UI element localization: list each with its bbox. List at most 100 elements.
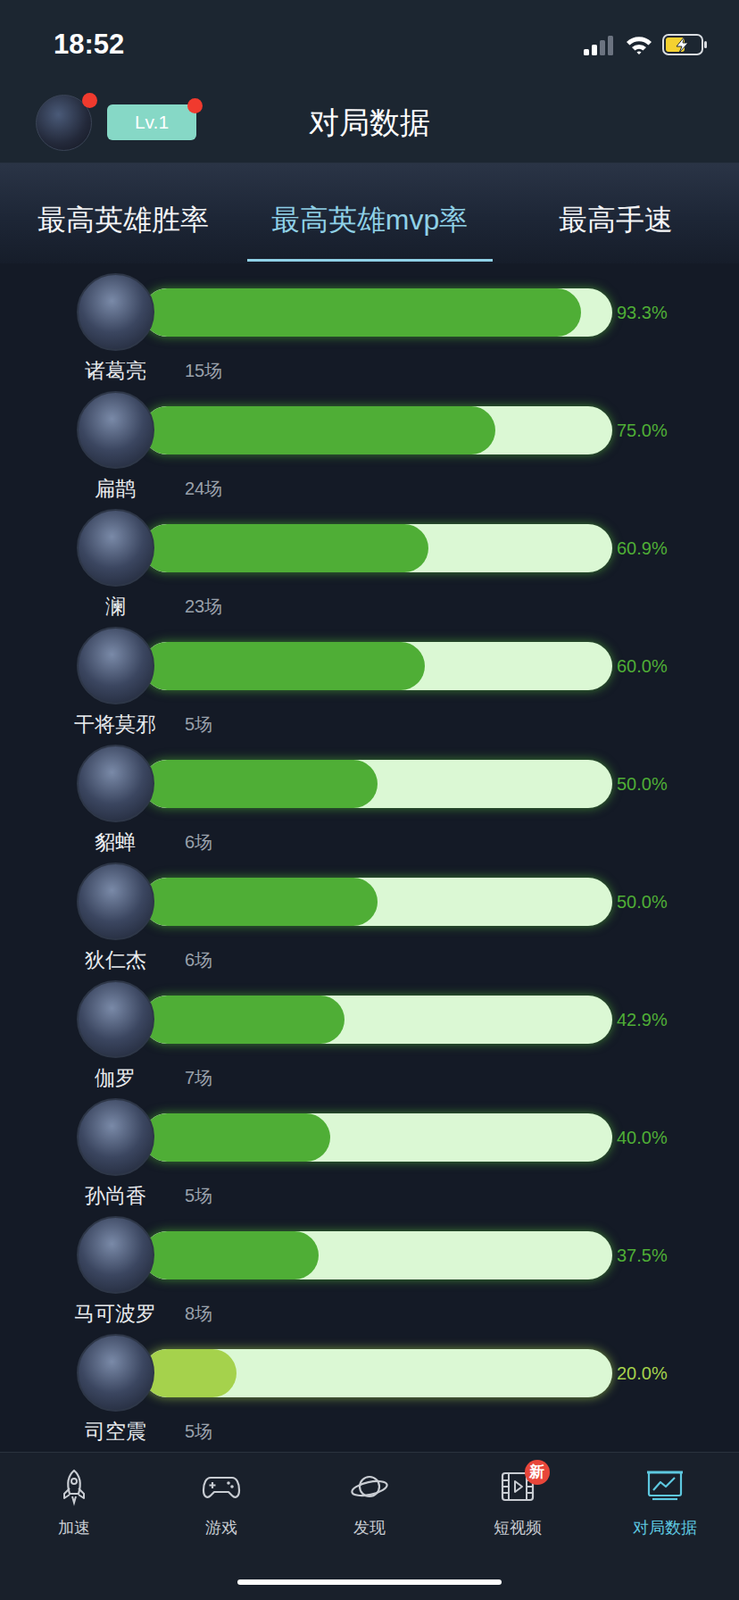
nav-item[interactable]: 加速 bbox=[0, 1466, 149, 1538]
game-count: 5场 bbox=[184, 1183, 213, 1207]
rate-text: 42.9% bbox=[616, 1007, 668, 1031]
game-count: 7场 bbox=[184, 1065, 213, 1089]
hero-name: 狄仁杰 bbox=[65, 946, 166, 972]
hero-row[interactable]: 60.0% 干将莫邪 5场 bbox=[0, 626, 739, 745]
rate-track bbox=[142, 523, 613, 573]
hero-info: 伽罗 7场 bbox=[0, 1064, 739, 1090]
hero-bar-row: 37.5% bbox=[0, 1215, 739, 1294]
level-badge[interactable]: Lv.1 bbox=[107, 104, 197, 141]
tab-label: 最高英雄胜率 bbox=[37, 201, 209, 238]
tab[interactable]: 最高手速 bbox=[492, 163, 739, 264]
hero-info: 干将莫邪 5场 bbox=[0, 711, 739, 737]
notification-dot bbox=[187, 98, 203, 114]
hero-row[interactable]: 75.0% 扁鹊24场 bbox=[0, 390, 739, 509]
hero-avatar bbox=[76, 1097, 155, 1176]
rate-fill bbox=[142, 1230, 319, 1279]
rate-text: 93.3% bbox=[616, 300, 668, 324]
game-count: 23场 bbox=[184, 594, 223, 618]
rate-fill bbox=[142, 406, 496, 455]
bottom-nav: 加速游戏发现新短视频对局数据 bbox=[0, 1451, 739, 1600]
hero-row[interactable]: 20.0% 司空震5场 bbox=[0, 1333, 739, 1452]
rate-track bbox=[142, 641, 613, 690]
hero-name: 澜 bbox=[65, 593, 166, 619]
hero-row[interactable]: 50.0% 狄仁杰6场 bbox=[0, 862, 739, 980]
hero-row[interactable]: 60.9% 澜 23场 bbox=[0, 508, 739, 627]
game-count: 5场 bbox=[184, 1419, 213, 1443]
hero-bar-row: 93.3% bbox=[0, 273, 739, 351]
nav-item[interactable]: 游戏 bbox=[148, 1466, 297, 1538]
nav-item[interactable]: 对局数据 bbox=[590, 1466, 739, 1538]
hero-row[interactable]: 42.9% 伽罗 7场 bbox=[0, 979, 739, 1098]
hero-name: 孙尚香 bbox=[65, 1182, 166, 1208]
rate-fill bbox=[142, 1112, 331, 1162]
hero-avatar bbox=[76, 744, 155, 823]
header: Lv.1对局数据 bbox=[0, 82, 739, 164]
game-count: 6场 bbox=[184, 830, 213, 854]
rate-fill bbox=[142, 1348, 237, 1397]
game-count: 15场 bbox=[184, 358, 223, 382]
hero-row[interactable]: 40.0% 孙尚香 5场 bbox=[0, 1097, 739, 1216]
level-text: Lv.1 bbox=[134, 109, 169, 135]
hero-bar-row: 20.0% bbox=[0, 1333, 739, 1412]
nav-icon-wrap bbox=[201, 1466, 241, 1506]
hero-row[interactable]: 50.0% 貂蝉 6场 bbox=[0, 744, 739, 863]
rate-fill bbox=[142, 759, 378, 808]
rate-text: 37.5% bbox=[616, 1243, 668, 1267]
nav-item[interactable]: 新短视频 bbox=[443, 1466, 592, 1538]
rate-fill bbox=[142, 877, 378, 926]
nav-label: 发现 bbox=[353, 1516, 386, 1538]
wifi-icon bbox=[624, 33, 654, 56]
hero-info: 狄仁杰6场 bbox=[0, 946, 739, 972]
hero-bar-row: 75.0% bbox=[0, 390, 739, 469]
nav-label: 游戏 bbox=[205, 1516, 238, 1538]
hero-bar-row: 50.0% bbox=[0, 862, 739, 940]
nav-label: 短视频 bbox=[493, 1516, 542, 1538]
user-avatar[interactable] bbox=[35, 94, 92, 151]
home-indicator-wrap bbox=[0, 1578, 739, 1585]
tab[interactable]: 最高英雄胜率 bbox=[0, 163, 247, 264]
hero-info: 孙尚香 5场 bbox=[0, 1182, 739, 1208]
hero-avatar bbox=[76, 862, 155, 940]
rate-text: 60.9% bbox=[616, 536, 668, 560]
rocket-icon bbox=[54, 1466, 94, 1506]
rate-track bbox=[142, 1112, 613, 1162]
nav-items: 加速游戏发现新短视频对局数据 bbox=[0, 1452, 739, 1538]
rate-fill bbox=[142, 288, 582, 337]
rate-track bbox=[142, 288, 613, 337]
nav-icon-wrap bbox=[54, 1466, 94, 1506]
hero-row[interactable]: 37.5% 马可波罗8场 bbox=[0, 1215, 739, 1334]
nav-label: 加速 bbox=[58, 1516, 91, 1538]
hero-info: 扁鹊24场 bbox=[0, 475, 739, 501]
new-badge: 新 bbox=[524, 1459, 550, 1485]
hero-name: 干将莫邪 bbox=[65, 711, 166, 737]
rate-fill bbox=[142, 641, 425, 690]
hero-avatar bbox=[76, 626, 155, 705]
rate-track bbox=[142, 1230, 613, 1279]
nav-icon-wrap bbox=[645, 1466, 685, 1506]
hero-name: 貂蝉 bbox=[65, 829, 166, 855]
notification-dot bbox=[82, 92, 98, 108]
nav-icon-wrap: 新 bbox=[498, 1466, 538, 1506]
hero-avatar bbox=[76, 273, 155, 351]
hero-bar-row: 50.0% bbox=[0, 744, 739, 823]
hero-name: 诸葛亮 bbox=[65, 357, 166, 383]
header-left: Lv.1 bbox=[0, 94, 247, 151]
hero-row[interactable]: 93.3% 诸葛亮 15场 bbox=[0, 273, 739, 391]
rate-track bbox=[142, 759, 613, 808]
tab[interactable]: 最高英雄mvp率 bbox=[246, 163, 493, 264]
rate-text: 40.0% bbox=[616, 1125, 668, 1149]
hero-bar-row: 60.0% bbox=[0, 626, 739, 705]
hero-bar-row: 60.9% bbox=[0, 508, 739, 587]
game-count: 5场 bbox=[184, 712, 213, 736]
hero-name: 伽罗 bbox=[65, 1064, 166, 1090]
nav-item[interactable]: 发现 bbox=[295, 1466, 444, 1538]
tab-label: 最高手速 bbox=[558, 201, 673, 238]
hero-info: 司空震5场 bbox=[0, 1418, 739, 1444]
rate-track bbox=[142, 995, 613, 1044]
rate-text: 50.0% bbox=[616, 889, 668, 914]
rate-fill bbox=[142, 523, 429, 573]
hero-name: 马可波罗 bbox=[65, 1300, 166, 1326]
hero-info: 貂蝉 6场 bbox=[0, 829, 739, 855]
game-count: 24场 bbox=[184, 476, 223, 500]
hero-info: 马可波罗8场 bbox=[0, 1300, 739, 1326]
